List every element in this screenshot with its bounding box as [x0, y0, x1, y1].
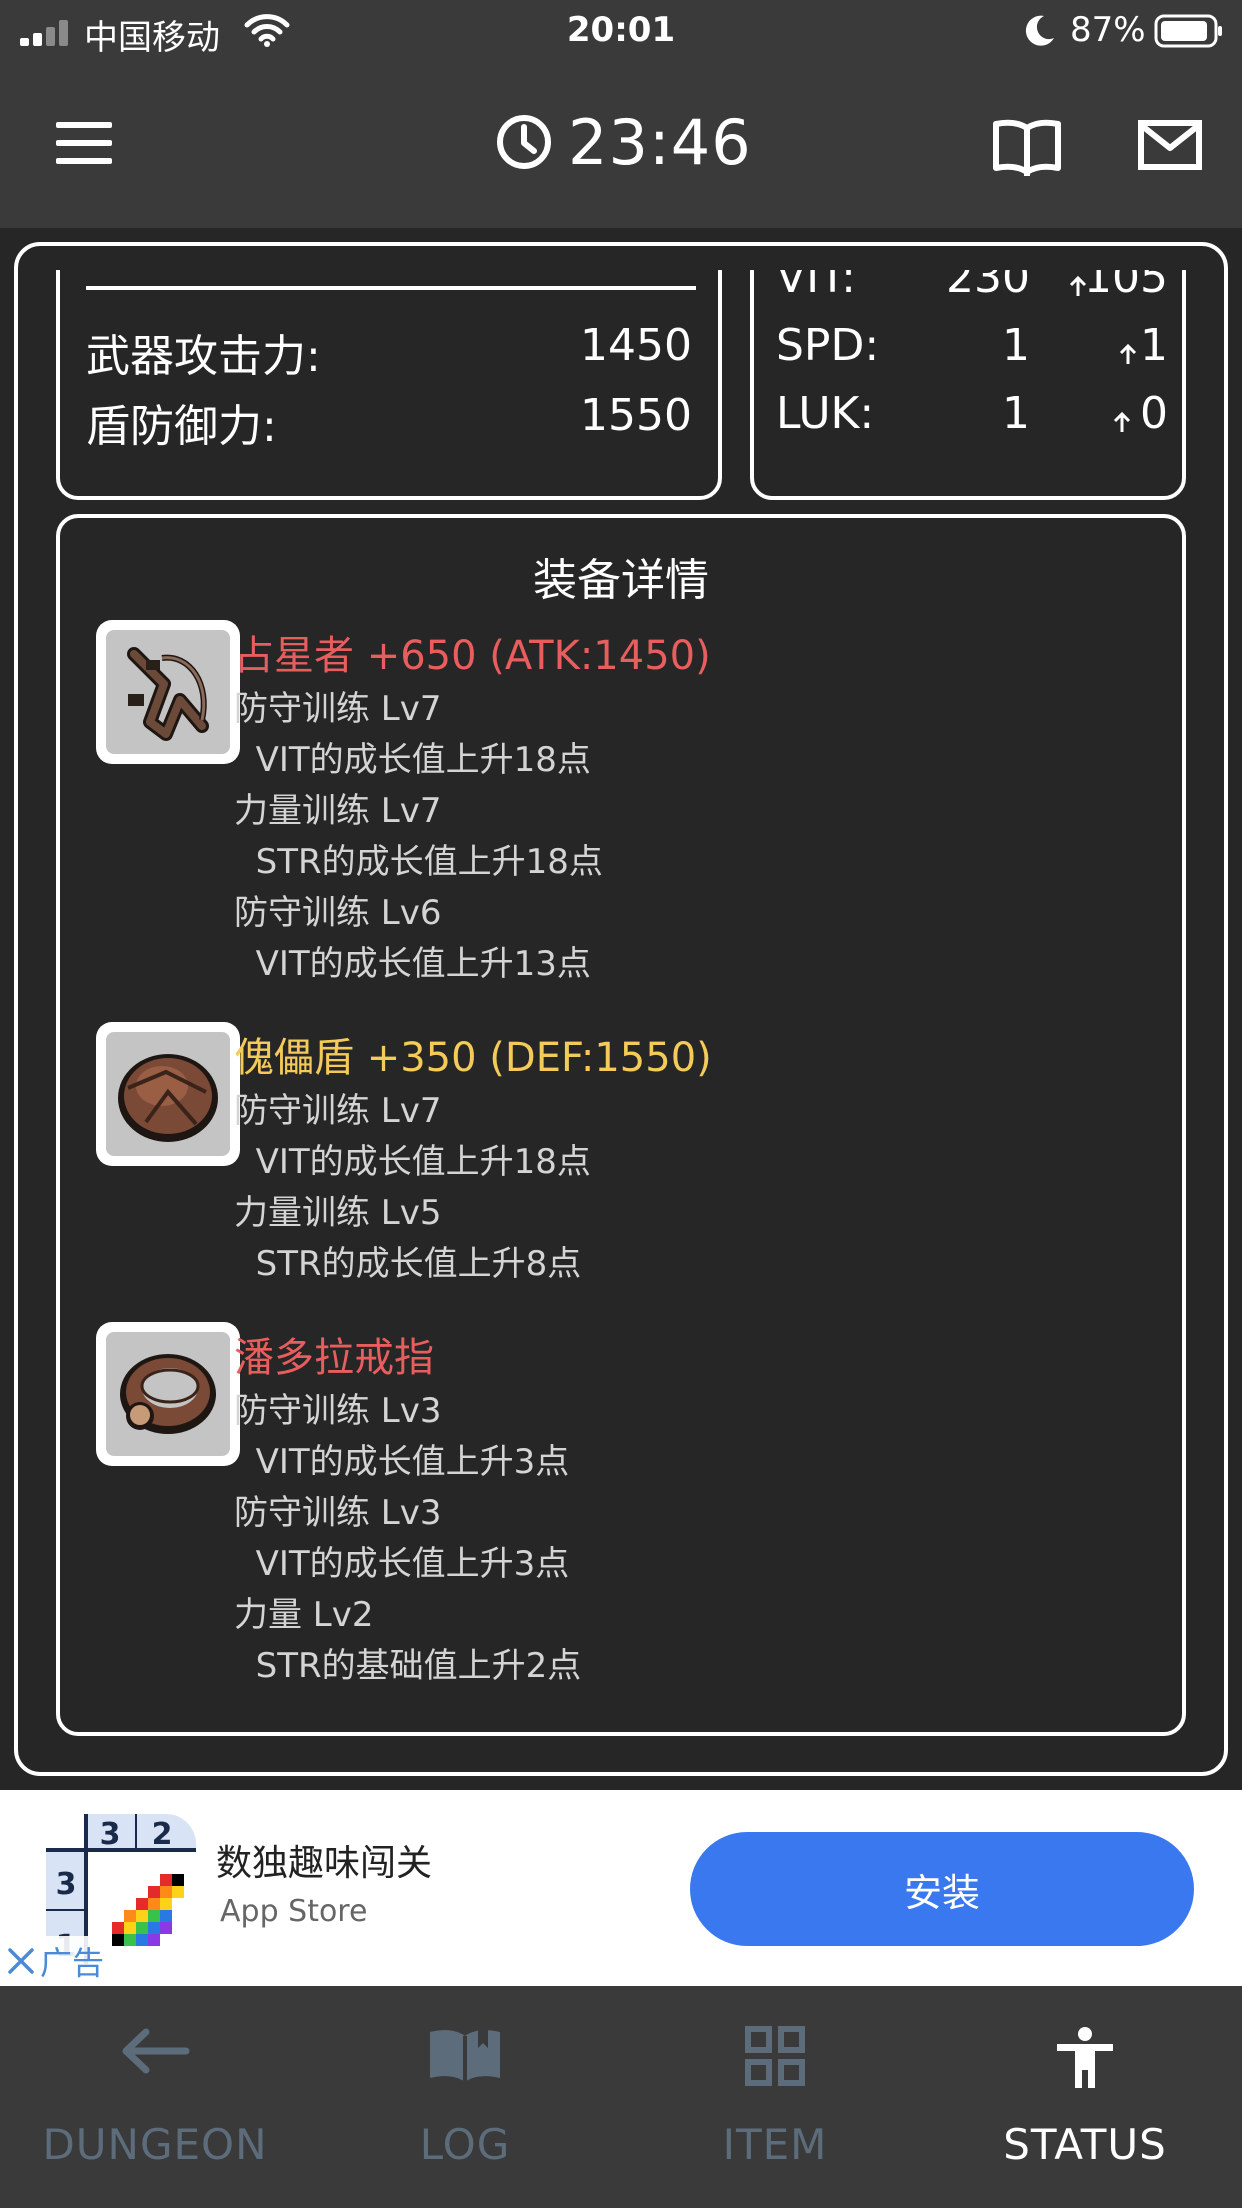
attribute-value: 1	[1002, 320, 1030, 371]
icon-digit: 3	[100, 1817, 121, 1852]
grid-icon	[745, 2026, 805, 2086]
status-bar: 中国移动 20:01 87%	[0, 0, 1242, 66]
ad-banner[interactable]: 3 2 3 1	[0, 1790, 1242, 1986]
book-icon[interactable]	[992, 118, 1062, 180]
ad-label: 广告	[40, 1944, 105, 1982]
icon-digit: 2	[152, 1817, 173, 1852]
attribute-name: VIT:	[776, 270, 856, 303]
nav-tab-item[interactable]: ITEM	[620, 1986, 930, 2208]
item-skill-line: VIT的成长值上升3点	[234, 1442, 570, 1482]
item-skill-line: VIT的成长值上升3点	[234, 1544, 570, 1584]
attributes-panel: VIT: 230 105 SPD: 1 1 LUK: 1 0	[750, 270, 1186, 500]
item-name: 潘多拉戒指	[234, 1335, 434, 1381]
nav-label-item: ITEM	[722, 2120, 828, 2169]
status-content[interactable]: 武器攻击力: 1450 盾防御力: 1550 VIT: 230 105 SPD:…	[0, 228, 1242, 1790]
arrow-left-icon	[122, 2028, 190, 2074]
equipment-item: 占星者 +650 (ATK:1450) 防守训练 Lv7 VIT的成长值上升18…	[234, 628, 711, 990]
ad-app-store-label: App Store	[220, 1894, 368, 1929]
clock-icon	[497, 115, 551, 169]
attribute-increase: 105	[1084, 270, 1168, 303]
do-not-disturb-moon-icon	[1025, 15, 1054, 46]
increase-arrow-icon	[1113, 411, 1131, 432]
item-skill-line: VIT的成长值上升18点	[234, 740, 591, 780]
weapon-attack-row: 武器攻击力: 1450	[60, 320, 718, 382]
item-skill-line: STR的基础值上升2点	[234, 1646, 582, 1686]
crossbow-icon[interactable]	[96, 620, 240, 764]
attribute-increase: 0	[1140, 388, 1168, 439]
weapon-attack-label: 武器攻击力:	[86, 331, 321, 382]
attribute-row-spd: SPD: 1 1	[754, 320, 1190, 380]
shield-icon[interactable]	[96, 1022, 240, 1166]
equipment-details-panel: 装备详情 占星者 +650 (ATK:1450) 防守训练 Lv7 VIT的成长…	[56, 514, 1186, 1736]
attribute-name: SPD:	[776, 320, 880, 371]
shield-defense-value: 1550	[580, 390, 692, 441]
item-skill-line: 力量训练 Lv5	[234, 1193, 442, 1233]
open-book-icon	[430, 2028, 500, 2082]
shield-defense-row: 盾防御力: 1550	[60, 390, 718, 452]
item-name: 占星者 +650 (ATK:1450)	[234, 633, 711, 679]
timer-text: 23:46	[568, 105, 752, 179]
item-skill-line: 防守训练 Lv7	[234, 689, 442, 729]
increase-arrow-icon	[1119, 343, 1137, 364]
nav-label-status: STATUS	[1003, 2120, 1167, 2169]
ad-app-title[interactable]: 数独趣味闯关	[216, 1834, 432, 1886]
equipment-item: 潘多拉戒指 防守训练 Lv3 VIT的成长值上升3点 防守训练 Lv3 VIT的…	[234, 1330, 581, 1692]
attribute-row-vit: VIT: 230 105	[754, 270, 1190, 312]
dungeon-timer: 23:46	[496, 105, 752, 179]
item-skill-line: 防守训练 Lv3	[234, 1391, 442, 1431]
attribute-name: LUK:	[776, 388, 875, 439]
ad-install-button[interactable]: 安装	[690, 1832, 1194, 1946]
person-icon	[1057, 2027, 1113, 2088]
battery-percent: 87%	[1070, 10, 1146, 50]
mail-icon[interactable]	[1138, 120, 1202, 170]
panel-divider	[86, 286, 696, 290]
icon-digit: 3	[56, 1867, 77, 1902]
item-skill-line: 防守训练 Lv6	[234, 893, 442, 933]
attribute-value: 1	[1002, 388, 1030, 439]
item-skill-line: 力量 Lv2	[234, 1595, 374, 1635]
item-skill-line: STR的成长值上升8点	[234, 1244, 582, 1284]
item-skill-line: 防守训练 Lv7	[234, 1091, 442, 1131]
ad-close-button[interactable]: 广告	[0, 1936, 111, 1986]
bottom-navigation: DUNGEON LOG ITEM STATUS	[0, 1986, 1242, 2208]
equipment-details-title: 装备详情	[533, 555, 709, 606]
power-panel: 武器攻击力: 1450 盾防御力: 1550	[56, 270, 722, 500]
item-skill-line: VIT的成长值上升13点	[234, 944, 591, 984]
nav-label-log: LOG	[419, 2120, 511, 2169]
hamburger-menu-icon[interactable]	[56, 120, 112, 166]
item-name: 傀儡盾 +350 (DEF:1550)	[234, 1035, 712, 1081]
nav-tab-status[interactable]: STATUS	[930, 1986, 1240, 2208]
app-header: 23:46	[0, 66, 1242, 228]
ring-icon[interactable]	[96, 1322, 240, 1466]
close-icon[interactable]	[6, 1946, 36, 1976]
attribute-row-luk: LUK: 1 0	[754, 388, 1190, 448]
item-skill-line: STR的成长值上升18点	[234, 842, 603, 882]
attribute-increase: 1	[1140, 320, 1168, 371]
equipment-item: 傀儡盾 +350 (DEF:1550) 防守训练 Lv7 VIT的成长值上升18…	[234, 1030, 712, 1290]
nav-label-dungeon: DUNGEON	[42, 2120, 268, 2169]
nav-tab-log[interactable]: LOG	[310, 1986, 620, 2208]
weapon-attack-value: 1450	[580, 320, 692, 371]
shield-defense-label: 盾防御力:	[86, 401, 277, 452]
attribute-value: 230	[946, 270, 1030, 303]
scroll-area[interactable]: 武器攻击力: 1450 盾防御力: 1550 VIT: 230 105 SPD:…	[18, 270, 1224, 1760]
battery-icon	[1154, 14, 1222, 48]
item-skill-line: 力量训练 Lv7	[234, 791, 442, 831]
item-skill-line: VIT的成长值上升18点	[234, 1142, 591, 1182]
item-skill-line: 防守训练 Lv3	[234, 1493, 442, 1533]
nav-tab-dungeon[interactable]: DUNGEON	[0, 1986, 310, 2208]
